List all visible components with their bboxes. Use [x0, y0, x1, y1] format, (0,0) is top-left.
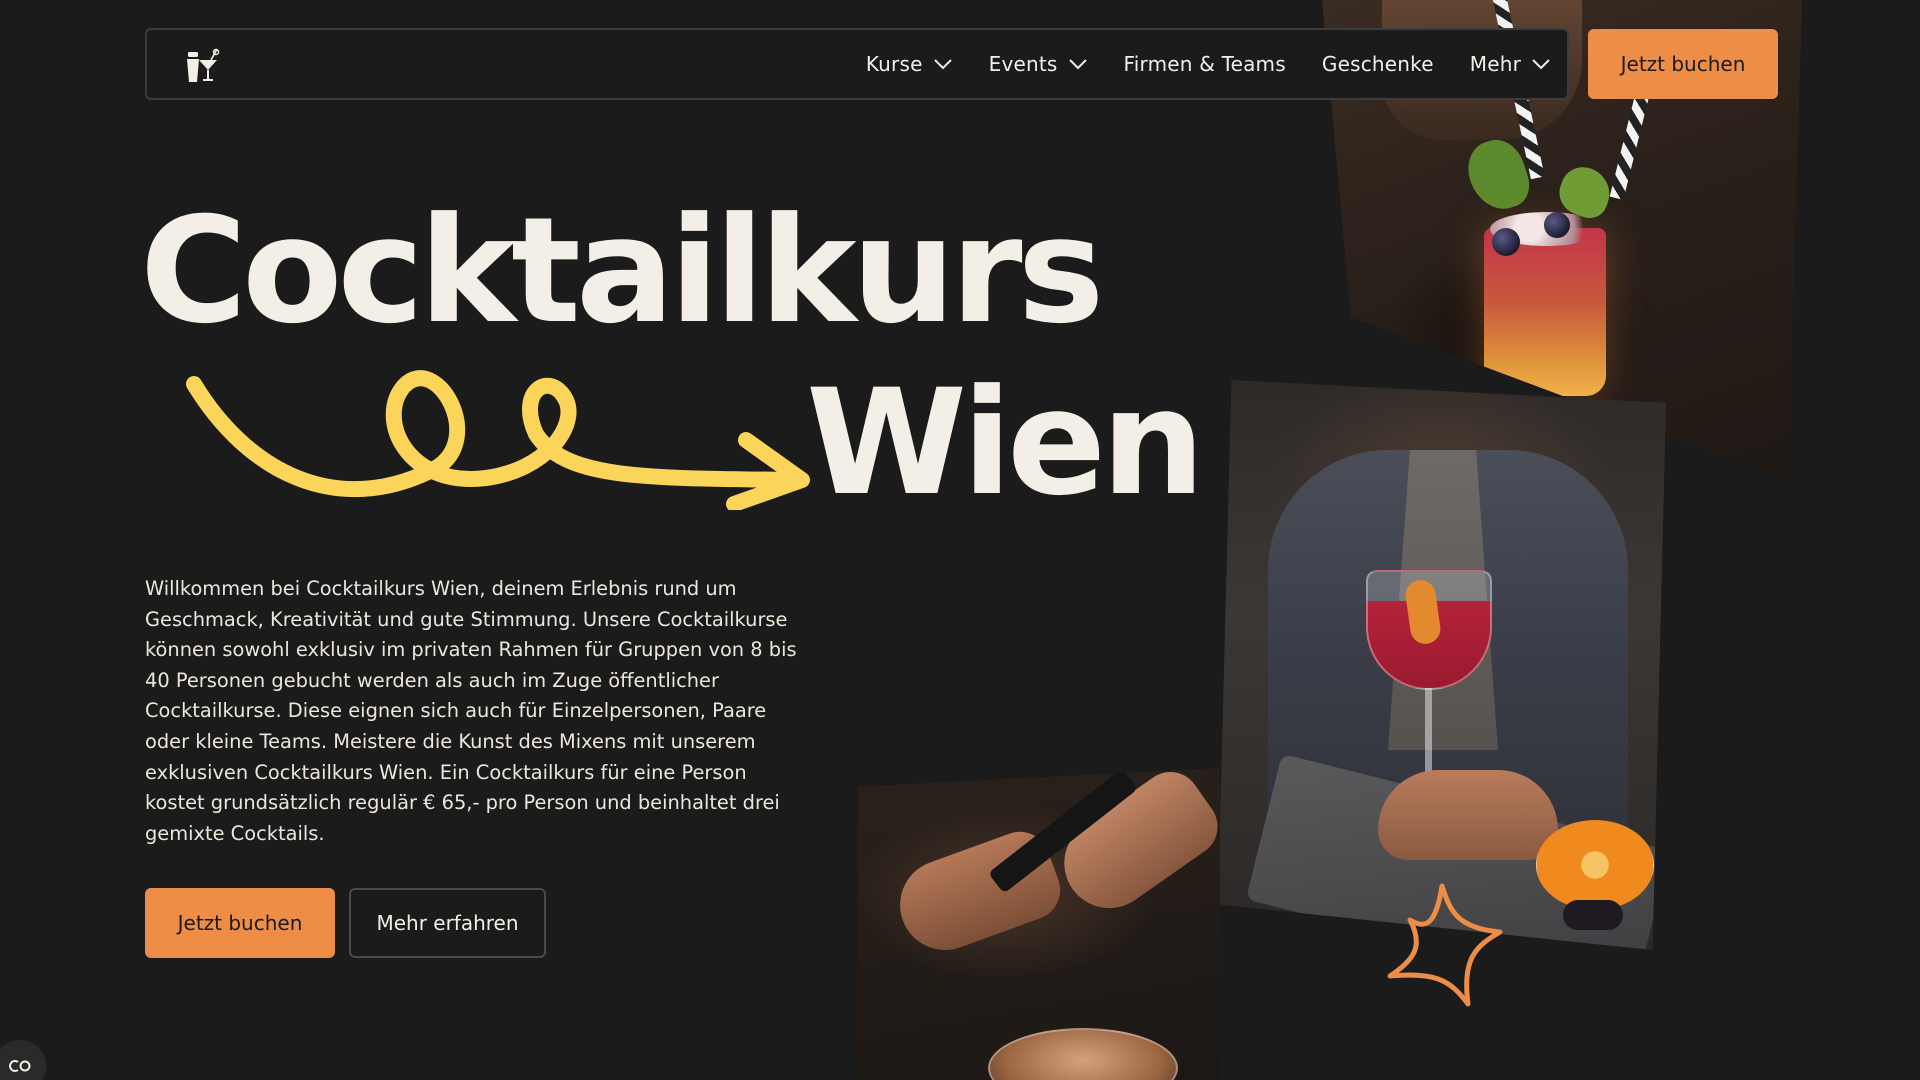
star-outline [1387, 883, 1503, 1007]
hero-photo-grating [858, 768, 1220, 1080]
nav-item-label: Mehr [1469, 52, 1521, 76]
cocktail-glass [988, 1028, 1178, 1080]
hero-photo-bartender-serving [1218, 380, 1666, 950]
nav-item-geschenke[interactable]: Geschenke [1322, 52, 1434, 76]
cocktail-shaker-glass-icon [187, 48, 220, 82]
berries [1563, 900, 1623, 930]
nav-item-firmen-teams[interactable]: Firmen & Teams [1124, 52, 1286, 76]
nav-item-label: Firmen & Teams [1123, 52, 1286, 76]
nav-item-mehr[interactable]: Mehr [1470, 52, 1551, 76]
blackberry [1544, 212, 1570, 238]
hero-intro-paragraph: Willkommen bei Cocktailkurs Wien, deinem… [145, 577, 797, 845]
nav-item-events[interactable]: Events [989, 52, 1088, 76]
bartender-hand [1378, 770, 1558, 860]
nav-book-now-button[interactable]: Jetzt buchen [1588, 29, 1778, 99]
blueberry [1492, 228, 1520, 256]
main-navbar: Kurse Events Firmen & Teams Geschenke Me… [145, 28, 1569, 100]
chevron-down-icon [1068, 59, 1087, 70]
nav-item-label: Kurse [865, 52, 923, 76]
nav-item-label: Geschenke [1321, 52, 1434, 76]
hero-learn-more-button[interactable]: Mehr erfahren [349, 888, 546, 958]
chevron-down-icon [1532, 59, 1550, 70]
logo-link[interactable] [183, 46, 223, 86]
squiggle-arrow [186, 370, 810, 510]
hero-title-line1: Cocktailkurs [140, 186, 1104, 356]
chevron-down-icon [933, 59, 952, 70]
hero-title-line2: Wien [806, 358, 1205, 528]
cookie-settings-button[interactable] [0, 1040, 46, 1080]
nav-item-kurse[interactable]: Kurse [866, 52, 953, 76]
hero-book-now-button[interactable]: Jetzt buchen [145, 888, 335, 958]
cookie-settings-icon [9, 1060, 31, 1072]
orange-half [1536, 820, 1654, 910]
nav-menu: Kurse Events Firmen & Teams Geschenke Me… [866, 30, 1551, 98]
nav-item-label: Events [988, 52, 1058, 76]
